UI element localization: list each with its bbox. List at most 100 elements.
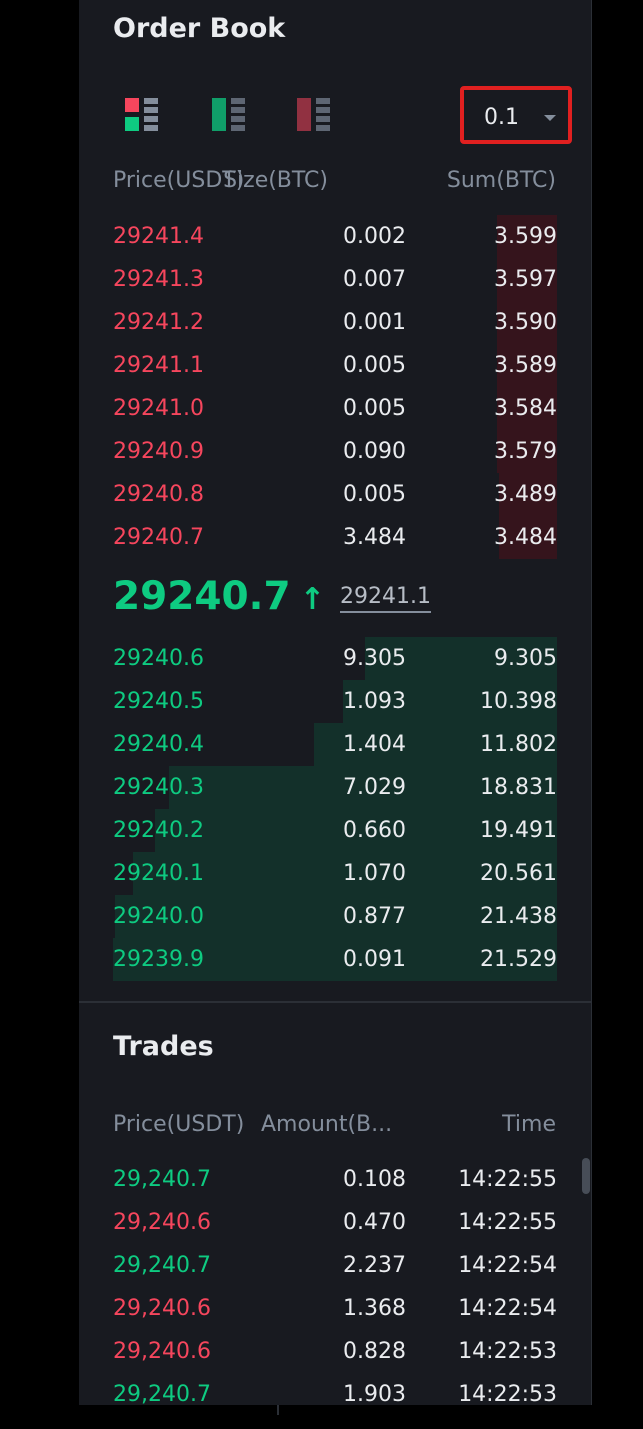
row-size: 9.305 (343, 646, 406, 671)
ask-row[interactable]: 29241.2 0.001 3.590 (113, 301, 557, 344)
row-sum: 11.802 (480, 732, 557, 757)
row-size: 7.029 (343, 775, 406, 800)
last-price-row: 29240.7 ↑ 29241.1 (113, 574, 431, 619)
trade-time: 14:22:54 (458, 1253, 557, 1278)
trade-price: 29,240.6 (113, 1339, 211, 1364)
row-price: 29241.2 (113, 310, 204, 335)
row-price: 29240.7 (113, 525, 204, 550)
bid-row[interactable]: 29240.5 1.093 10.398 (113, 680, 557, 723)
row-price: 29241.0 (113, 396, 204, 421)
row-sum: 3.589 (494, 353, 557, 378)
mark-price-link[interactable]: 29241.1 (339, 584, 431, 613)
trade-row: 29,240.6 0.828 14:22:53 (113, 1330, 557, 1373)
row-sum: 10.398 (480, 689, 557, 714)
row-price: 29240.6 (113, 646, 204, 671)
ask-row[interactable]: 29240.8 0.005 3.489 (113, 473, 557, 516)
order-book-both-icon (125, 98, 158, 131)
trades-price-header: Price(USDT) (113, 1112, 245, 1137)
row-size: 0.660 (343, 818, 406, 843)
ask-row[interactable]: 29241.4 0.002 3.599 (113, 215, 557, 258)
row-sum: 20.561 (480, 861, 557, 886)
caret-down-icon (544, 115, 556, 121)
row-sum: 3.489 (494, 482, 557, 507)
section-divider (79, 1001, 592, 1003)
ask-row[interactable]: 29241.0 0.005 3.584 (113, 387, 557, 430)
precision-select[interactable]: 0.1 (460, 86, 572, 144)
row-size: 0.877 (343, 904, 406, 929)
row-price: 29240.8 (113, 482, 204, 507)
bid-row[interactable]: 29240.4 1.404 11.802 (113, 723, 557, 766)
row-price: 29240.0 (113, 904, 204, 929)
view-asks-button[interactable] (295, 96, 333, 134)
last-price: 29240.7 (113, 574, 291, 619)
row-sum: 3.579 (494, 439, 557, 464)
trade-time: 14:22:55 (458, 1167, 557, 1192)
trade-row: 29,240.7 0.108 14:22:55 (113, 1158, 557, 1201)
bid-row[interactable]: 29240.1 1.070 20.561 (113, 852, 557, 895)
row-price: 29241.1 (113, 353, 204, 378)
row-sum: 3.590 (494, 310, 557, 335)
trades-time-header: Time (502, 1112, 556, 1137)
row-size: 1.404 (343, 732, 406, 757)
trade-price: 29,240.7 (113, 1167, 211, 1192)
trades-list: 29,240.7 0.108 14:22:55 29,240.6 0.470 14:22:… (79, 1158, 592, 1405)
sum-column-header: Sum(BTC) (446, 168, 556, 193)
row-sum: 18.831 (480, 775, 557, 800)
trade-time: 14:22:53 (458, 1339, 557, 1364)
trade-row: 29,240.7 1.903 14:22:53 (113, 1373, 557, 1405)
trade-amount: 2.237 (343, 1253, 406, 1278)
row-size: 0.002 (343, 224, 406, 249)
row-price: 29240.9 (113, 439, 204, 464)
row-size: 3.484 (343, 525, 406, 550)
row-sum: 21.438 (480, 904, 557, 929)
view-bids-button[interactable] (210, 96, 248, 134)
ask-row[interactable]: 29241.1 0.005 3.589 (113, 344, 557, 387)
row-sum: 3.599 (494, 224, 557, 249)
bid-row[interactable]: 29240.3 7.029 18.831 (113, 766, 557, 809)
row-size: 0.005 (343, 396, 406, 421)
trade-time: 14:22:55 (458, 1210, 557, 1235)
trade-row: 29,240.6 1.368 14:22:54 (113, 1287, 557, 1330)
row-size: 0.007 (343, 267, 406, 292)
trades-scrollbar[interactable] (582, 1158, 590, 1194)
trade-time: 14:22:53 (458, 1382, 557, 1405)
bid-row[interactable]: 29240.0 0.877 21.438 (113, 895, 557, 938)
ask-row[interactable]: 29240.9 0.090 3.579 (113, 430, 557, 473)
bid-row[interactable]: 29240.6 9.305 9.305 (113, 637, 557, 680)
trades-title: Trades (113, 1031, 214, 1062)
trade-amount: 1.903 (343, 1382, 406, 1405)
trade-price: 29,240.7 (113, 1382, 211, 1405)
size-column-header: Size(BTC) (223, 168, 328, 193)
row-size: 0.005 (343, 482, 406, 507)
row-size: 0.001 (343, 310, 406, 335)
ask-row[interactable]: 29241.3 0.007 3.597 (113, 258, 557, 301)
row-sum: 21.529 (480, 947, 557, 972)
row-size: 0.091 (343, 947, 406, 972)
row-sum: 3.584 (494, 396, 557, 421)
row-price: 29240.2 (113, 818, 204, 843)
trade-amount: 1.368 (343, 1296, 406, 1321)
trade-row: 29,240.7 2.237 14:22:54 (113, 1244, 557, 1287)
bid-row[interactable]: 29240.2 0.660 19.491 (113, 809, 557, 852)
trades-amount-header: Amount(B... (261, 1112, 393, 1137)
row-price: 29239.9 (113, 947, 204, 972)
bid-row[interactable]: 29239.9 0.091 21.529 (113, 938, 557, 981)
row-price: 29240.5 (113, 689, 204, 714)
trade-price: 29,240.7 (113, 1253, 211, 1278)
row-price: 29240.1 (113, 861, 204, 886)
arrow-up-icon: ↑ (299, 582, 325, 617)
row-size: 0.005 (343, 353, 406, 378)
trade-price: 29,240.6 (113, 1210, 211, 1235)
trade-amount: 0.470 (343, 1210, 406, 1235)
trade-time: 14:22:54 (458, 1296, 557, 1321)
row-sum: 9.305 (494, 646, 557, 671)
bottom-tick (277, 1405, 279, 1415)
trade-row: 29,240.6 0.470 14:22:55 (113, 1201, 557, 1244)
order-book-asks-icon (297, 98, 330, 131)
trade-amount: 0.828 (343, 1339, 406, 1364)
row-sum: 19.491 (480, 818, 557, 843)
trade-price: 29,240.6 (113, 1296, 211, 1321)
ask-row[interactable]: 29240.7 3.484 3.484 (113, 516, 557, 559)
view-both-button[interactable] (123, 96, 161, 134)
row-size: 1.070 (343, 861, 406, 886)
